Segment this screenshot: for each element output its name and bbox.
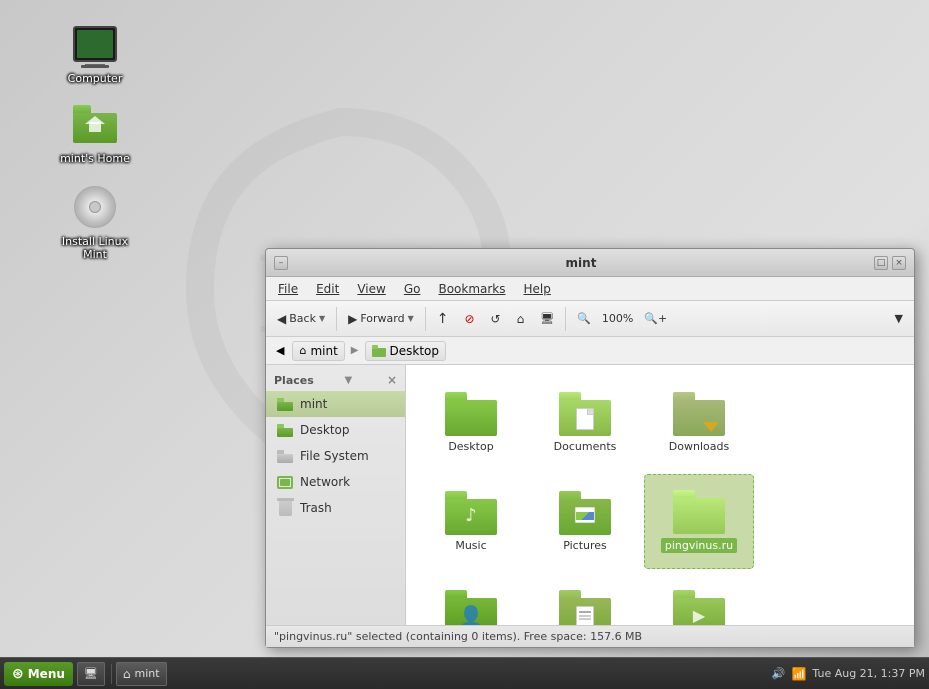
sidebar-mint-icon (276, 395, 294, 413)
taskbar-right: 🔊 📶 Tue Aug 21, 1:37 PM (772, 667, 925, 681)
menu-go[interactable]: Go (396, 280, 429, 298)
computer-desktop-icon[interactable]: Computer (55, 20, 135, 85)
taskbar-desktop-btn[interactable]: 🖥 (77, 662, 105, 686)
back-button[interactable]: ◀ Back ▼ (270, 308, 332, 330)
file-label-documents: Documents (554, 440, 617, 453)
file-item-desktop[interactable]: Desktop (416, 375, 526, 470)
install-desktop-icon[interactable]: Install Linux Mint (55, 183, 135, 261)
file-label-desktop: Desktop (448, 440, 493, 453)
title-bar: – mint □ × (266, 249, 914, 277)
location-bar: ◀ ⌂ mint ▶ Desktop (266, 337, 914, 365)
location-separator: ▶ (351, 345, 359, 356)
home-button[interactable]: ⌂ (510, 308, 532, 330)
menu-help[interactable]: Help (516, 280, 559, 298)
up-button[interactable]: ↑ (430, 307, 456, 331)
sidebar-filesystem-icon (276, 447, 294, 465)
status-text: "pingvinus.ru" selected (containing 0 it… (274, 630, 642, 643)
zoom-controls: 🔍 100% 🔍+ (570, 308, 674, 329)
file-item-documents[interactable]: Documents (530, 375, 640, 470)
file-item-music[interactable]: ♪ Music (416, 474, 526, 569)
sidebar-item-network[interactable]: Network (266, 469, 405, 495)
file-item-pictures[interactable]: Pictures (530, 474, 640, 569)
menu-view[interactable]: View (349, 280, 393, 298)
forward-button[interactable]: ▶ Forward ▼ (341, 308, 421, 330)
view-options-button[interactable]: ▼ (888, 308, 910, 329)
home-desktop-icon[interactable]: mint's Home (55, 100, 135, 165)
sidebar: Places ▼ × mint Desktop File Sy (266, 365, 406, 625)
sidebar-close[interactable]: × (387, 373, 397, 387)
file-label-pingvinus: pingvinus.ru (661, 538, 737, 553)
sidebar-item-desktop[interactable]: Desktop (266, 417, 405, 443)
maximize-button[interactable]: □ (874, 256, 888, 270)
taskbar-time: Tue Aug 21, 1:37 PM (812, 667, 925, 680)
zoom-level: 100% (602, 312, 633, 325)
sidebar-trash-icon (276, 499, 294, 517)
nav-prev-button[interactable]: ◀ (272, 342, 288, 359)
sidebar-item-mint[interactable]: mint (266, 391, 405, 417)
menu-file[interactable]: File (270, 280, 306, 298)
toolbar: ◀ Back ▼ ▶ Forward ▼ ↑ ⊘ ↺ ⌂ 🖥 🔍 100% (266, 301, 914, 337)
minimize-button[interactable]: – (274, 256, 288, 270)
file-label-pictures: Pictures (563, 539, 607, 552)
file-item-downloads[interactable]: Downloads (644, 375, 754, 470)
sidebar-arrow[interactable]: ▼ (345, 375, 353, 386)
menu-bar: File Edit View Go Bookmarks Help (266, 277, 914, 301)
taskbar-volume-icon[interactable]: 🔊 (772, 667, 786, 680)
sidebar-item-trash[interactable]: Trash (266, 495, 405, 521)
content-area: Places ▼ × mint Desktop File Sy (266, 365, 914, 625)
computer-icon-label: Computer (68, 72, 123, 85)
zoom-out-button[interactable]: 🔍 (570, 308, 598, 329)
sidebar-item-filesystem[interactable]: File System (266, 443, 405, 469)
window-title: mint (288, 256, 874, 270)
stop-button[interactable]: ⊘ (457, 308, 481, 330)
taskbar-menu-label: Menu (28, 667, 65, 681)
taskbar-network-icon[interactable]: 📶 (791, 667, 806, 681)
file-label-downloads: Downloads (669, 440, 729, 453)
file-item-templates[interactable]: Templates (530, 573, 640, 625)
location-current[interactable]: Desktop (365, 341, 447, 361)
taskbar-mint-label: mint (135, 667, 160, 680)
file-manager-window: – mint □ × File Edit View Go Bookmarks H… (265, 248, 915, 648)
sidebar-header: Places ▼ × (266, 369, 405, 391)
file-item-videos[interactable]: ▶ Videos (644, 573, 754, 625)
file-grid: Desktop Documents (406, 365, 914, 625)
taskbar-mint-window-btn[interactable]: ⌂ mint (116, 662, 167, 686)
zoom-in-button[interactable]: 🔍+ (637, 308, 674, 329)
file-item-pingvinus[interactable]: pingvinus.ru (644, 474, 754, 569)
menu-bookmarks[interactable]: Bookmarks (430, 280, 513, 298)
sidebar-network-icon (276, 473, 294, 491)
file-label-music: Music (455, 539, 486, 552)
refresh-button[interactable]: ↺ (484, 308, 508, 330)
computer-button[interactable]: 🖥 (533, 308, 561, 329)
file-item-public[interactable]: 👤 Public (416, 573, 526, 625)
status-bar: "pingvinus.ru" selected (containing 0 it… (266, 625, 914, 647)
close-button[interactable]: × (892, 256, 906, 270)
home-icon-label: mint's Home (60, 152, 130, 165)
sidebar-desktop-icon (276, 421, 294, 439)
install-icon-label: Install Linux Mint (55, 235, 135, 261)
taskbar-menu-button[interactable]: ⊛ Menu (4, 662, 73, 686)
taskbar: ⊛ Menu 🖥 ⌂ mint 🔊 📶 Tue Aug 21, 1:37 PM (0, 657, 929, 689)
menu-edit[interactable]: Edit (308, 280, 347, 298)
location-home[interactable]: ⌂ mint (292, 341, 344, 361)
